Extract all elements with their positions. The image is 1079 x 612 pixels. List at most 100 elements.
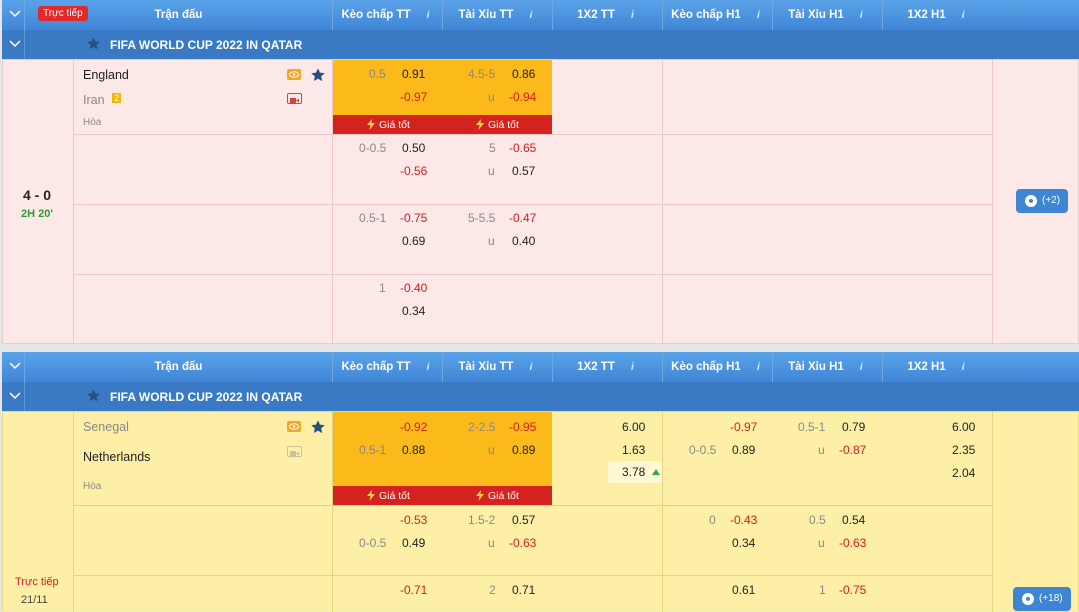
odds-1x2-away[interactable]: 1.63 — [622, 443, 645, 457]
h1-ou-under-odds[interactable]: -0.87 — [839, 443, 866, 457]
ou-under-odds[interactable]: -0.63 — [509, 536, 536, 550]
info-icon[interactable]: i — [627, 10, 638, 21]
info-icon[interactable]: i — [856, 362, 867, 373]
info-icon[interactable]: i — [423, 362, 434, 373]
ou-under-odds[interactable]: 0.89 — [512, 443, 535, 457]
h1-ou-line: 1 — [819, 583, 826, 597]
star-icon[interactable] — [310, 67, 326, 83]
lightning-icon — [367, 490, 375, 501]
live-video-icon[interactable] — [287, 93, 302, 104]
league-name: FIFA WORLD CUP 2022 IN QATAR — [110, 38, 303, 52]
h1-hdp-home-odds[interactable]: -0.97 — [730, 420, 757, 434]
hdp-home-odds[interactable]: -0.53 — [400, 513, 427, 527]
chevron-down-icon[interactable] — [9, 40, 21, 48]
ou-line: 5-5.5 — [468, 211, 496, 225]
hdp-line: 0-0.5 — [359, 141, 387, 155]
h1-hdp-line: 0-0.5 — [689, 443, 717, 457]
h1-hdp-away-odds[interactable]: 0.34 — [732, 536, 755, 550]
h1-ou-line: 0.5 — [809, 513, 826, 527]
h1-ou-over-odds[interactable]: 0.79 — [842, 420, 865, 434]
info-icon[interactable]: i — [525, 362, 536, 373]
col-ou-h1: Tài Xỉu H1 i — [773, 352, 883, 382]
eye-icon[interactable] — [287, 69, 301, 80]
col-1x2-h1: 1X2 H1 i — [883, 0, 993, 30]
away-team: Iran — [83, 93, 105, 107]
info-icon[interactable]: i — [856, 10, 867, 21]
hdp-away-odds[interactable]: 0.88 — [402, 443, 425, 457]
h1-hdp-home-odds[interactable]: -0.43 — [730, 513, 757, 527]
info-icon[interactable]: i — [627, 362, 638, 373]
hdp-home-odds[interactable]: -0.92 — [400, 420, 427, 434]
ou-over-odds[interactable]: -0.47 — [509, 211, 536, 225]
col-match: Trận đấu — [25, 0, 333, 30]
ou-line: 5 — [489, 141, 496, 155]
under-label: u — [488, 90, 495, 104]
match-score: 4 - 0 — [23, 187, 52, 203]
draw-label: Hòa — [83, 117, 102, 128]
lightning-icon — [367, 119, 375, 130]
ou-under-odds[interactable]: 0.57 — [512, 164, 535, 178]
hdp-home-odds[interactable]: -0.75 — [400, 211, 427, 225]
star-icon[interactable] — [86, 36, 101, 51]
lightning-icon — [476, 119, 484, 130]
ou-over-odds[interactable]: -0.95 — [509, 420, 536, 434]
col-hdp-h1: Kèo chấp H1 i — [663, 0, 773, 30]
info-icon[interactable]: i — [423, 10, 434, 21]
league-bar[interactable]: FIFA WORLD CUP 2022 IN QATAR — [2, 382, 1079, 411]
h1-hdp-away-odds[interactable]: 0.89 — [732, 443, 755, 457]
info-icon[interactable]: i — [753, 10, 764, 21]
video-icon[interactable] — [287, 446, 302, 457]
info-icon[interactable]: i — [525, 10, 536, 21]
hdp-away-odds[interactable]: 0.34 — [402, 304, 425, 318]
ou-under-odds[interactable]: 0.40 — [512, 234, 535, 248]
ou-over-odds[interactable]: 0.86 — [512, 67, 535, 81]
more-markets-button[interactable]: (+18) — [1013, 587, 1071, 611]
match-date: 21/11 — [21, 594, 48, 606]
hdp-away-odds[interactable]: 0.69 — [402, 234, 425, 248]
ou-over-odds[interactable]: -0.65 — [509, 141, 536, 155]
info-icon[interactable]: i — [958, 10, 969, 21]
hdp-home-odds[interactable]: -0.71 — [400, 583, 427, 597]
soccer-ball-icon — [1025, 195, 1037, 207]
star-icon[interactable] — [86, 388, 101, 403]
best-price-bar: Giá tốt Giá tốt — [333, 115, 552, 134]
more-markets-button[interactable]: (+2) — [1016, 189, 1068, 213]
odds-1x2-draw[interactable]: 3.78 — [622, 465, 645, 479]
h1-1x2-draw[interactable]: 2.04 — [952, 466, 975, 480]
col-hdp-h1: Kèo chấp H1 i — [663, 352, 773, 382]
league-name: FIFA WORLD CUP 2022 IN QATAR — [110, 390, 303, 404]
chevron-down-icon[interactable] — [9, 392, 21, 400]
h1-hdp-home-odds[interactable]: 0.61 — [732, 583, 755, 597]
under-label: u — [818, 536, 825, 550]
home-team: Senegal — [83, 420, 129, 434]
league-bar[interactable]: FIFA WORLD CUP 2022 IN QATAR — [2, 30, 1079, 59]
odds-1x2-home[interactable]: 6.00 — [622, 420, 645, 434]
ou-over-odds[interactable]: 0.71 — [512, 583, 535, 597]
hdp-home-odds[interactable]: 0.50 — [402, 141, 425, 155]
ou-over-odds[interactable]: 0.57 — [512, 513, 535, 527]
col-ou-ft: Tài Xỉu TT i — [443, 0, 553, 30]
ou-under-odds[interactable]: -0.94 — [509, 90, 536, 104]
hdp-home-odds[interactable]: 0.91 — [402, 67, 425, 81]
info-icon[interactable]: i — [958, 362, 969, 373]
hdp-away-odds[interactable]: 0.49 — [402, 536, 425, 550]
draw-label: Hòa — [83, 481, 102, 492]
col-ou-ft: Tài Xỉu TT i — [443, 352, 553, 382]
col-ou-h1: Tài Xỉu H1 i — [773, 0, 883, 30]
h1-1x2-home[interactable]: 6.00 — [952, 420, 975, 434]
h1-ou-over-odds[interactable]: -0.75 — [839, 583, 866, 597]
hdp-home-odds[interactable]: -0.40 — [400, 281, 427, 295]
h1-ou-under-odds[interactable]: -0.63 — [839, 536, 866, 550]
hdp-away-odds[interactable]: -0.97 — [400, 90, 427, 104]
match-status: Trực tiếp — [15, 576, 59, 588]
eye-icon[interactable] — [287, 421, 301, 432]
odds-1x2-draw-cell[interactable]: 3.78 — [608, 461, 662, 483]
h1-1x2-away[interactable]: 2.35 — [952, 443, 975, 457]
odds-table-header: Trực tiếp Trận đấu Kèo chấp TT i Tài Xỉu … — [2, 0, 1079, 30]
home-team: England — [83, 68, 129, 82]
hdp-away-odds[interactable]: -0.56 — [400, 164, 427, 178]
col-1x2-h1: 1X2 H1 i — [883, 352, 993, 382]
star-icon[interactable] — [310, 419, 326, 435]
info-icon[interactable]: i — [753, 362, 764, 373]
h1-ou-over-odds[interactable]: 0.54 — [842, 513, 865, 527]
